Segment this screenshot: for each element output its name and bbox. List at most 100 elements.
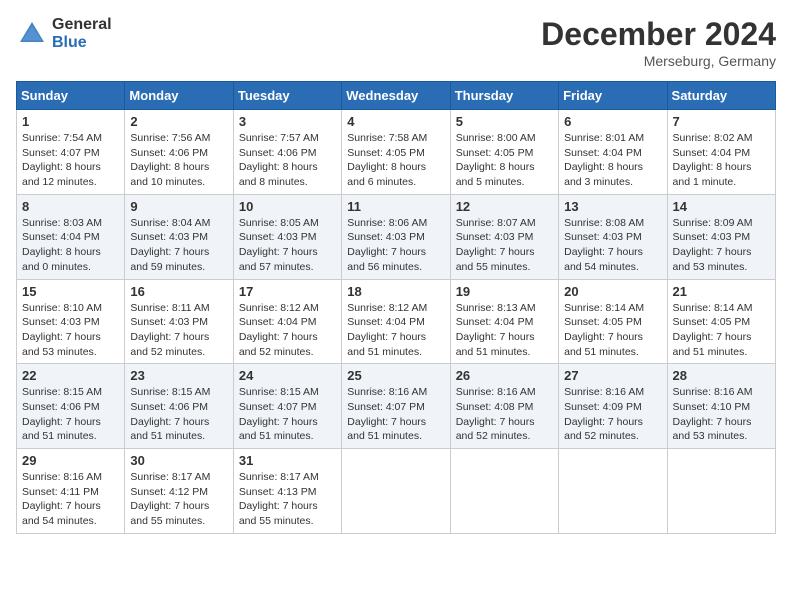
day-number: 2 xyxy=(130,114,227,129)
calendar-week-row: 15 Sunrise: 8:10 AM Sunset: 4:03 PM Dayl… xyxy=(17,279,776,364)
day-number: 29 xyxy=(22,453,119,468)
calendar-cell: 19 Sunrise: 8:13 AM Sunset: 4:04 PM Dayl… xyxy=(450,279,558,364)
col-saturday: Saturday xyxy=(667,82,775,110)
day-number: 10 xyxy=(239,199,336,214)
calendar-table: Sunday Monday Tuesday Wednesday Thursday… xyxy=(16,81,776,534)
calendar-cell: 16 Sunrise: 8:11 AM Sunset: 4:03 PM Dayl… xyxy=(125,279,233,364)
location-text: Merseburg, Germany xyxy=(541,53,776,69)
day-number: 3 xyxy=(239,114,336,129)
month-title: December 2024 xyxy=(541,16,776,53)
calendar-cell: 18 Sunrise: 8:12 AM Sunset: 4:04 PM Dayl… xyxy=(342,279,450,364)
calendar-cell: 3 Sunrise: 7:57 AM Sunset: 4:06 PM Dayli… xyxy=(233,110,341,195)
day-number: 19 xyxy=(456,284,553,299)
calendar-cell: 17 Sunrise: 8:12 AM Sunset: 4:04 PM Dayl… xyxy=(233,279,341,364)
col-friday: Friday xyxy=(559,82,667,110)
calendar-cell: 21 Sunrise: 8:14 AM Sunset: 4:05 PM Dayl… xyxy=(667,279,775,364)
calendar-cell: 12 Sunrise: 8:07 AM Sunset: 4:03 PM Dayl… xyxy=(450,194,558,279)
day-number: 18 xyxy=(347,284,444,299)
calendar-cell: 24 Sunrise: 8:15 AM Sunset: 4:07 PM Dayl… xyxy=(233,364,341,449)
calendar-cell: 29 Sunrise: 8:16 AM Sunset: 4:11 PM Dayl… xyxy=(17,449,125,534)
day-info: Sunrise: 7:57 AM Sunset: 4:06 PM Dayligh… xyxy=(239,131,336,190)
calendar-cell: 13 Sunrise: 8:08 AM Sunset: 4:03 PM Dayl… xyxy=(559,194,667,279)
calendar-cell xyxy=(559,449,667,534)
day-info: Sunrise: 8:16 AM Sunset: 4:11 PM Dayligh… xyxy=(22,470,119,529)
day-info: Sunrise: 8:14 AM Sunset: 4:05 PM Dayligh… xyxy=(673,301,770,360)
calendar-cell: 20 Sunrise: 8:14 AM Sunset: 4:05 PM Dayl… xyxy=(559,279,667,364)
day-number: 25 xyxy=(347,368,444,383)
calendar-cell xyxy=(667,449,775,534)
day-number: 31 xyxy=(239,453,336,468)
day-number: 30 xyxy=(130,453,227,468)
day-info: Sunrise: 8:11 AM Sunset: 4:03 PM Dayligh… xyxy=(130,301,227,360)
day-number: 7 xyxy=(673,114,770,129)
day-info: Sunrise: 8:05 AM Sunset: 4:03 PM Dayligh… xyxy=(239,216,336,275)
day-info: Sunrise: 8:14 AM Sunset: 4:05 PM Dayligh… xyxy=(564,301,661,360)
day-number: 15 xyxy=(22,284,119,299)
day-number: 11 xyxy=(347,199,444,214)
day-number: 13 xyxy=(564,199,661,214)
day-info: Sunrise: 8:15 AM Sunset: 4:06 PM Dayligh… xyxy=(130,385,227,444)
day-number: 22 xyxy=(22,368,119,383)
calendar-cell: 15 Sunrise: 8:10 AM Sunset: 4:03 PM Dayl… xyxy=(17,279,125,364)
day-info: Sunrise: 7:56 AM Sunset: 4:06 PM Dayligh… xyxy=(130,131,227,190)
day-info: Sunrise: 8:16 AM Sunset: 4:10 PM Dayligh… xyxy=(673,385,770,444)
day-number: 16 xyxy=(130,284,227,299)
day-number: 20 xyxy=(564,284,661,299)
day-info: Sunrise: 7:58 AM Sunset: 4:05 PM Dayligh… xyxy=(347,131,444,190)
calendar-cell: 8 Sunrise: 8:03 AM Sunset: 4:04 PM Dayli… xyxy=(17,194,125,279)
calendar-cell xyxy=(342,449,450,534)
day-info: Sunrise: 8:13 AM Sunset: 4:04 PM Dayligh… xyxy=(456,301,553,360)
day-info: Sunrise: 8:15 AM Sunset: 4:06 PM Dayligh… xyxy=(22,385,119,444)
day-number: 12 xyxy=(456,199,553,214)
day-number: 8 xyxy=(22,199,119,214)
calendar-cell: 26 Sunrise: 8:16 AM Sunset: 4:08 PM Dayl… xyxy=(450,364,558,449)
calendar-week-row: 29 Sunrise: 8:16 AM Sunset: 4:11 PM Dayl… xyxy=(17,449,776,534)
calendar-cell: 23 Sunrise: 8:15 AM Sunset: 4:06 PM Dayl… xyxy=(125,364,233,449)
calendar-header-row: Sunday Monday Tuesday Wednesday Thursday… xyxy=(17,82,776,110)
calendar-cell: 25 Sunrise: 8:16 AM Sunset: 4:07 PM Dayl… xyxy=(342,364,450,449)
day-number: 23 xyxy=(130,368,227,383)
title-block: December 2024 Merseburg, Germany xyxy=(541,16,776,69)
calendar-cell: 10 Sunrise: 8:05 AM Sunset: 4:03 PM Dayl… xyxy=(233,194,341,279)
calendar-cell: 5 Sunrise: 8:00 AM Sunset: 4:05 PM Dayli… xyxy=(450,110,558,195)
page-header: General Blue December 2024 Merseburg, Ge… xyxy=(16,16,776,69)
day-number: 4 xyxy=(347,114,444,129)
calendar-cell: 27 Sunrise: 8:16 AM Sunset: 4:09 PM Dayl… xyxy=(559,364,667,449)
logo-blue-text: Blue xyxy=(52,34,112,52)
day-info: Sunrise: 8:03 AM Sunset: 4:04 PM Dayligh… xyxy=(22,216,119,275)
day-number: 26 xyxy=(456,368,553,383)
calendar-cell: 28 Sunrise: 8:16 AM Sunset: 4:10 PM Dayl… xyxy=(667,364,775,449)
col-wednesday: Wednesday xyxy=(342,82,450,110)
calendar-week-row: 8 Sunrise: 8:03 AM Sunset: 4:04 PM Dayli… xyxy=(17,194,776,279)
calendar-cell: 30 Sunrise: 8:17 AM Sunset: 4:12 PM Dayl… xyxy=(125,449,233,534)
day-info: Sunrise: 8:08 AM Sunset: 4:03 PM Dayligh… xyxy=(564,216,661,275)
day-info: Sunrise: 8:00 AM Sunset: 4:05 PM Dayligh… xyxy=(456,131,553,190)
col-thursday: Thursday xyxy=(450,82,558,110)
calendar-week-row: 22 Sunrise: 8:15 AM Sunset: 4:06 PM Dayl… xyxy=(17,364,776,449)
day-number: 9 xyxy=(130,199,227,214)
calendar-cell: 22 Sunrise: 8:15 AM Sunset: 4:06 PM Dayl… xyxy=(17,364,125,449)
calendar-cell: 1 Sunrise: 7:54 AM Sunset: 4:07 PM Dayli… xyxy=(17,110,125,195)
day-info: Sunrise: 8:01 AM Sunset: 4:04 PM Dayligh… xyxy=(564,131,661,190)
col-tuesday: Tuesday xyxy=(233,82,341,110)
calendar-cell xyxy=(450,449,558,534)
day-info: Sunrise: 8:06 AM Sunset: 4:03 PM Dayligh… xyxy=(347,216,444,275)
calendar-cell: 6 Sunrise: 8:01 AM Sunset: 4:04 PM Dayli… xyxy=(559,110,667,195)
day-info: Sunrise: 8:17 AM Sunset: 4:13 PM Dayligh… xyxy=(239,470,336,529)
day-info: Sunrise: 8:10 AM Sunset: 4:03 PM Dayligh… xyxy=(22,301,119,360)
day-number: 14 xyxy=(673,199,770,214)
calendar-cell: 2 Sunrise: 7:56 AM Sunset: 4:06 PM Dayli… xyxy=(125,110,233,195)
day-number: 17 xyxy=(239,284,336,299)
col-sunday: Sunday xyxy=(17,82,125,110)
day-info: Sunrise: 8:07 AM Sunset: 4:03 PM Dayligh… xyxy=(456,216,553,275)
day-info: Sunrise: 7:54 AM Sunset: 4:07 PM Dayligh… xyxy=(22,131,119,190)
logo-general-text: General xyxy=(52,16,112,34)
day-number: 6 xyxy=(564,114,661,129)
calendar-cell: 4 Sunrise: 7:58 AM Sunset: 4:05 PM Dayli… xyxy=(342,110,450,195)
calendar-cell: 7 Sunrise: 8:02 AM Sunset: 4:04 PM Dayli… xyxy=(667,110,775,195)
logo-text: General Blue xyxy=(52,16,112,51)
calendar-cell: 9 Sunrise: 8:04 AM Sunset: 4:03 PM Dayli… xyxy=(125,194,233,279)
day-info: Sunrise: 8:16 AM Sunset: 4:07 PM Dayligh… xyxy=(347,385,444,444)
logo-icon xyxy=(16,18,48,50)
logo: General Blue xyxy=(16,16,112,51)
